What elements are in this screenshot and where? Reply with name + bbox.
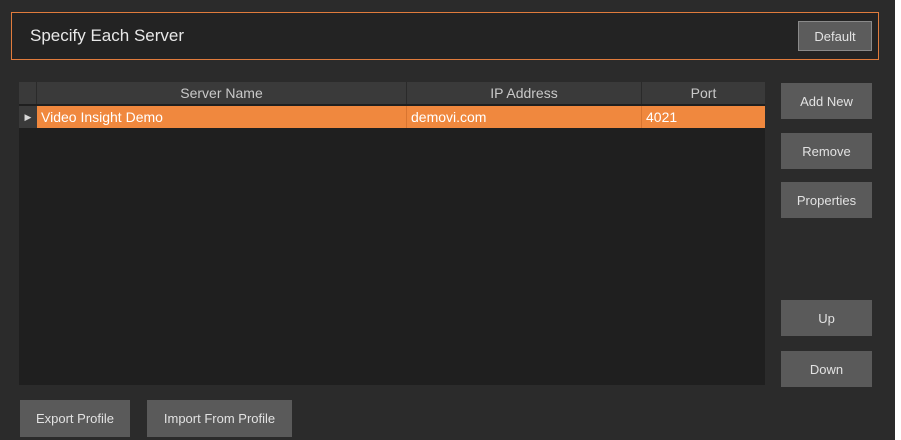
export-profile-button[interactable]: Export Profile (20, 400, 130, 437)
table-header: Server Name IP Address Port (19, 82, 765, 104)
page-title: Specify Each Server (30, 26, 185, 45)
ip-address-cell[interactable]: demovi.com (407, 106, 642, 128)
column-header-ip-address[interactable]: IP Address (407, 82, 642, 104)
server-config-window: Specify Each Server Default Server Name … (0, 0, 895, 440)
column-header-port[interactable]: Port (642, 82, 765, 104)
move-up-button[interactable]: Up (781, 300, 872, 336)
add-new-button[interactable]: Add New (781, 83, 872, 119)
move-down-button[interactable]: Down (781, 351, 872, 387)
header-bar: Specify Each Server Default (11, 12, 879, 60)
row-indicator-header (19, 82, 37, 104)
server-table: Server Name IP Address Port ▶ Video Insi… (19, 82, 765, 385)
server-name-cell[interactable]: Video Insight Demo (37, 106, 407, 128)
table-row[interactable]: ▶ Video Insight Demo demovi.com 4021 (19, 106, 765, 128)
row-pointer-icon: ▶ (19, 106, 37, 128)
default-button[interactable]: Default (798, 21, 872, 51)
column-header-server-name[interactable]: Server Name (37, 82, 407, 104)
port-cell[interactable]: 4021 (642, 106, 765, 128)
import-from-profile-button[interactable]: Import From Profile (147, 400, 292, 437)
properties-button[interactable]: Properties (781, 182, 872, 218)
remove-button[interactable]: Remove (781, 133, 872, 169)
